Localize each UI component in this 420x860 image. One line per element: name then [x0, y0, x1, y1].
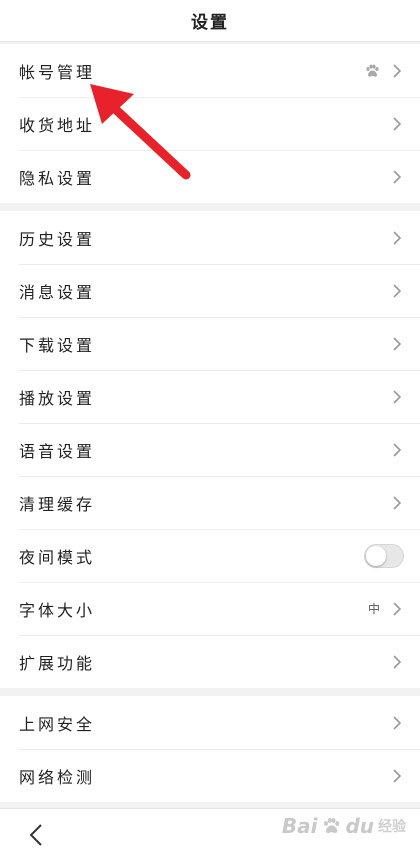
row-label: 历史设置 — [19, 229, 96, 249]
chevron-right-icon — [390, 116, 404, 131]
page-title: 设置 — [191, 13, 229, 33]
chevron-right-icon — [390, 169, 404, 184]
chevron-right-icon — [390, 336, 404, 351]
font-size-value: 中 — [367, 602, 380, 616]
row-label: 播放设置 — [19, 388, 96, 408]
settings-row-downloads[interactable]: 下载设置 — [0, 317, 420, 370]
night-mode-toggle[interactable] — [364, 543, 404, 568]
chevron-right-icon — [390, 715, 404, 730]
row-label: 上网安全 — [19, 714, 96, 734]
settings-row-clear-cache[interactable]: 清理缓存 — [0, 476, 420, 529]
settings-row-account-management[interactable]: 帐号管理 — [0, 44, 420, 97]
chevron-right-icon — [390, 283, 404, 298]
bottom-bar — [0, 808, 420, 860]
chevron-right-icon — [390, 495, 404, 510]
chevron-right-icon — [390, 768, 404, 783]
toggle-knob — [366, 545, 386, 566]
chevron-right-icon — [390, 601, 404, 616]
settings-row-privacy[interactable]: 隐私设置 — [0, 150, 420, 203]
row-label: 夜间模式 — [19, 547, 96, 567]
settings-row-network-check[interactable]: 网络检测 — [0, 749, 420, 802]
annotation-arrow-icon — [90, 84, 191, 180]
chevron-right-icon — [390, 230, 404, 245]
chevron-left-icon — [30, 823, 42, 846]
row-label: 帐号管理 — [19, 62, 96, 82]
chevron-right-icon — [390, 654, 404, 669]
settings-group-general: 历史设置 消息设置 下载设置 播放设置 语音设置 清理缓存 夜间模式 字体大小 … — [0, 211, 420, 688]
row-label: 字体大小 — [19, 600, 96, 620]
settings-row-font-size[interactable]: 字体大小 中 — [0, 582, 420, 635]
row-label: 网络检测 — [19, 767, 96, 787]
chevron-right-icon — [390, 389, 404, 404]
settings-row-history[interactable]: 历史设置 — [0, 211, 420, 264]
settings-row-extensions[interactable]: 扩展功能 — [0, 635, 420, 688]
row-label: 下载设置 — [19, 335, 96, 355]
row-label: 收货地址 — [19, 115, 96, 135]
settings-row-web-security[interactable]: 上网安全 — [0, 696, 420, 749]
paw-icon — [366, 64, 379, 77]
settings-row-messages[interactable]: 消息设置 — [0, 264, 420, 317]
row-label: 扩展功能 — [19, 653, 96, 673]
settings-row-voice[interactable]: 语音设置 — [0, 423, 420, 476]
row-label: 隐私设置 — [19, 168, 96, 188]
settings-group-network: 上网安全 网络检测 — [0, 696, 420, 802]
row-label: 语音设置 — [19, 441, 96, 461]
chevron-right-icon — [390, 442, 404, 457]
chevron-right-icon — [390, 63, 404, 78]
back-button[interactable] — [26, 820, 46, 850]
row-label: 消息设置 — [19, 282, 96, 302]
settings-row-night-mode: 夜间模式 — [0, 529, 420, 582]
settings-group-account: 帐号管理 收货地址 隐私设置 — [0, 44, 420, 203]
top-bar: 设置 — [0, 0, 420, 42]
settings-row-playback[interactable]: 播放设置 — [0, 370, 420, 423]
row-label: 清理缓存 — [19, 494, 96, 514]
settings-row-shipping-address[interactable]: 收货地址 — [0, 97, 420, 150]
